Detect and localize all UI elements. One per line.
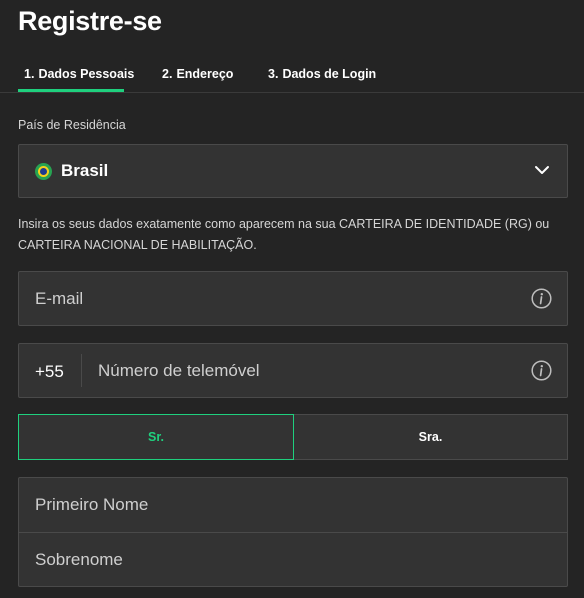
info-icon[interactable] bbox=[531, 360, 552, 381]
phone-field[interactable]: +55 Número de telemóvel bbox=[18, 343, 568, 398]
country-select[interactable]: Brasil bbox=[18, 144, 568, 198]
tab-label: Endereço bbox=[176, 67, 234, 81]
first-name-placeholder: Primeiro Nome bbox=[35, 495, 149, 514]
title-option-sra[interactable]: Sra. bbox=[293, 414, 568, 460]
email-placeholder: E-mail bbox=[35, 289, 84, 308]
tab-number: 2. bbox=[162, 67, 173, 81]
page-title: Registre-se bbox=[18, 6, 162, 36]
chevron-down-icon bbox=[535, 166, 549, 174]
id-instructions: Insira os seus dados exatamente como apa… bbox=[18, 217, 550, 252]
title-selector: Sr. Sra. bbox=[18, 414, 568, 460]
phone-country-code: +55 bbox=[35, 362, 64, 381]
title-option-sr[interactable]: Sr. bbox=[18, 414, 294, 460]
first-name-field[interactable]: Primeiro Nome bbox=[19, 478, 567, 533]
step-tabs: 1. Dados Pessoais 2. Endereço 3. Dados de L… bbox=[0, 56, 584, 93]
last-name-placeholder: Sobrenome bbox=[35, 550, 123, 569]
registration-page: Registre-se 1. Dados Pessoais 2. Endereço … bbox=[0, 0, 584, 598]
last-name-field[interactable]: Sobrenome bbox=[19, 533, 567, 587]
country-value: Brasil bbox=[61, 161, 109, 180]
tab-dados-pessoais[interactable]: 1. Dados Pessoais bbox=[24, 67, 134, 81]
info-icon[interactable] bbox=[531, 288, 552, 309]
tab-label: Dados de Login bbox=[282, 67, 377, 81]
active-tab-indicator bbox=[18, 89, 124, 92]
tab-endereco[interactable]: 2. Endereço bbox=[162, 67, 233, 81]
email-field[interactable]: E-mail bbox=[18, 271, 568, 326]
tab-number: 3. bbox=[268, 67, 279, 81]
tab-dados-de-login[interactable]: 3. Dados de Login bbox=[268, 67, 376, 81]
phone-divider bbox=[81, 354, 82, 387]
phone-placeholder: Número de telemóvel bbox=[98, 361, 260, 380]
name-fields: Primeiro Nome Sobrenome bbox=[18, 477, 568, 587]
tab-label: Dados Pessoais bbox=[38, 67, 135, 81]
country-label: País de Residência bbox=[18, 118, 126, 132]
tab-number: 1. bbox=[24, 67, 35, 81]
brazil-flag-icon bbox=[35, 163, 52, 180]
